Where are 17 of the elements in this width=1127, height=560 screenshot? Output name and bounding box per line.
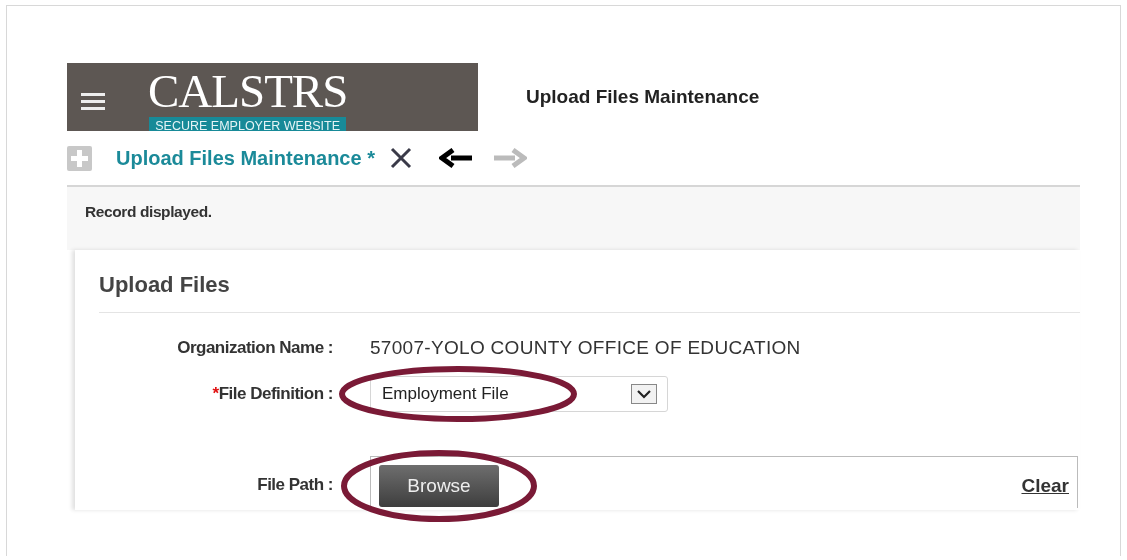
field-label: File Path : [256, 475, 333, 495]
chevron-down-icon [631, 384, 657, 404]
status-message: Record displayed. [85, 203, 212, 220]
logo-title: CALSTRS [148, 65, 348, 117]
panel-title: Upload Files [99, 272, 230, 297]
back-arrow-icon[interactable] [438, 148, 472, 168]
menu-icon[interactable] [81, 93, 105, 110]
logo-subtitle: SECURE EMPLOYER WEBSITE [149, 117, 347, 131]
field-label: *File Definition : [211, 384, 333, 404]
tab[interactable]: Upload Files Maintenance * [116, 146, 375, 170]
close-icon[interactable] [388, 146, 413, 170]
field-label: Organization Name : [176, 338, 333, 358]
clear-link[interactable]: Clear [1021, 474, 1069, 497]
file-definition-dropdown[interactable]: Employment File [370, 376, 668, 412]
browse-button[interactable]: Browse [379, 464, 499, 507]
page-title: Upload Files Maintenance [526, 86, 760, 108]
field-value: 57007-YOLO COUNTY OFFICE OF EDUCATION [370, 337, 801, 359]
